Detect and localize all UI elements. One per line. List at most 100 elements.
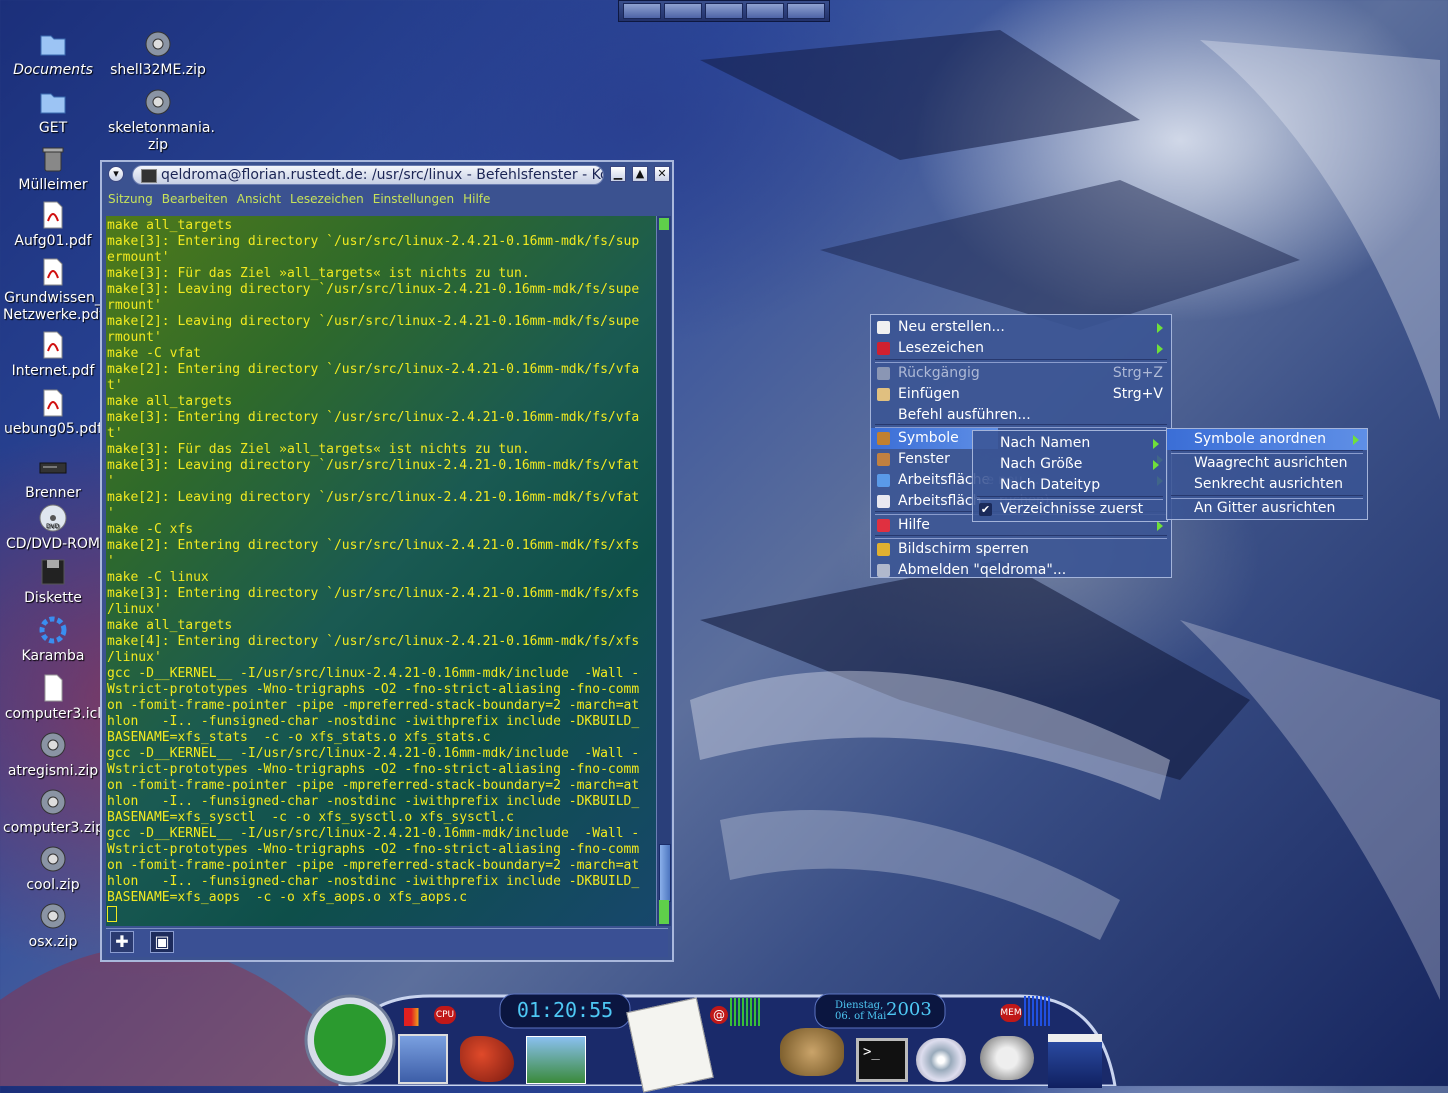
terminal-line: make[4]: Entering directory `/usr/src/li… [107,634,640,649]
scroll-up-arrow-2[interactable] [659,900,669,912]
zip-icon [108,28,208,60]
terminal-line: BASENAME=xfs_aops -c -o xfs_aops.o xfs_a… [107,890,468,905]
window-titlebar[interactable]: ▾ qeldroma@florian.rustedt.de: /usr/src/… [106,164,670,186]
menu-lesezeichen[interactable]: Lesezeichen [290,192,364,208]
karamba-icon [3,614,103,646]
menu-item-label: Lesezeichen [898,340,984,356]
gimp-icon[interactable] [780,1028,844,1076]
sort-item-3[interactable]: ✔ Verzeichnisse zuerst [973,499,1167,520]
desktop-icon-atregismi-zip[interactable]: atregismi.zip [3,729,103,780]
menu-bearbeiten[interactable]: Bearbeiten [162,192,228,208]
scroll-thumb[interactable] [659,844,671,902]
arrange-item-3[interactable]: An Gitter ausrichten [1167,498,1367,519]
terminal-line: gcc -D__KERNEL__ -I/usr/src/linux-2.4.21… [107,746,640,761]
arrange-item-1[interactable]: Waagrecht ausrichten [1167,453,1367,474]
scroll-up-arrow[interactable] [659,218,669,230]
desktop-icon-internet-pdf[interactable]: Internet.pdf [3,329,103,380]
desktop-icon-cool-zip[interactable]: cool.zip [3,843,103,894]
zip-icon [3,786,103,818]
desktop-icon-computer3-icl[interactable]: computer3.icl [3,672,103,723]
terminal-line: BASENAME=xfs_sysctl -c -o xfs_sysctl.o x… [107,810,514,825]
desktop-icon-shell32me-zip[interactable]: shell32ME.zip [108,28,208,79]
konsole-window[interactable]: ▾ qeldroma@florian.rustedt.de: /usr/src/… [100,160,674,962]
menu-item-label: Symbole anordnen [1194,431,1326,447]
desktop-icon [877,474,890,487]
desktop-icon-osx-zip[interactable]: osx.zip [3,900,103,951]
menu-einstellungen[interactable]: Einstellungen [373,192,454,208]
menu-sitzung[interactable]: Sitzung [108,192,153,208]
menu-item-befehl-ausführen[interactable]: Befehl ausführen... [871,405,1171,426]
pager-desktop-5[interactable] [787,3,825,19]
close-button[interactable]: ✕ [654,166,670,182]
arrange-item-2[interactable]: Senkrecht ausrichten [1167,474,1367,495]
menu-ansicht[interactable]: Ansicht [237,192,281,208]
scroll-down-arrow[interactable] [659,912,669,924]
clock-time: 01:20:55 [516,998,614,1022]
pdf-icon [3,199,103,231]
desktop-icon-m-lleimer[interactable]: Mülleimer [3,143,103,194]
bookmark-icon [877,342,890,355]
lock-icon [877,543,890,556]
pager-desktop-1[interactable] [623,3,661,19]
desktop-icon-label: Brenner [25,485,81,501]
terminal-line: make[3]: Leaving directory `/usr/src/lin… [107,282,640,297]
coffee-icon[interactable] [980,1036,1034,1080]
arrange-item-0[interactable]: Symbole anordnen [1167,429,1367,450]
terminal-app-icon [141,169,157,183]
menu-item-einfügen[interactable]: Einfügen Strg+V [871,384,1171,405]
desktop-icon-label: cool.zip [26,877,80,893]
desktop-icon-karamba[interactable]: Karamba [3,614,103,665]
desktop-icon-documents[interactable]: Documents [3,28,103,79]
desktop-icon-diskette[interactable]: Diskette [3,556,103,607]
desktop-icon-brenner[interactable]: Brenner [3,451,103,502]
desktop-icon-get[interactable]: GET [3,86,103,137]
sort-item-1[interactable]: Nach Größe [973,454,1167,475]
menu-item-label: Nach Dateityp [1000,477,1101,493]
submenu-arrow-icon [1353,435,1359,445]
menu-item-lesezeichen[interactable]: Lesezeichen [871,338,1171,359]
desktop-icon-uebung05-pdf[interactable]: uebung05.pdf [3,387,103,438]
cpu-label: CPU [434,1006,456,1024]
date-date: 06. of Mai [835,1011,887,1022]
terminal-line: ' [107,474,115,489]
pager-desktop-2[interactable] [664,3,702,19]
desktop-icon-grundwissen-netzwerke-pdf[interactable]: Grundwissen_ Netzwerke.pdf [3,256,105,324]
terminal-line: ' [107,506,115,521]
menu-item-abmelden-qeldroma[interactable]: Abmelden "qeldroma"... [871,560,1171,581]
music-cd-icon[interactable] [916,1038,966,1082]
minimize-button[interactable]: ▁ [610,166,626,182]
desktop-icon-cd-dvd-rom[interactable]: DVD CD/DVD-ROM [3,502,103,553]
terminal-output[interactable]: make all_targets make[3]: Entering direct… [106,216,656,926]
menu-hilfe[interactable]: Hilfe [463,192,490,208]
sort-item-2[interactable]: Nach Dateityp [973,475,1167,496]
pager-desktop-4[interactable] [746,3,784,19]
desktop-icon-computer3-zip[interactable]: computer3.zip [3,786,104,837]
kde-penguin-button[interactable] [314,1004,386,1076]
window-menu-button[interactable]: ▾ [108,166,124,182]
terminal-scrollbar[interactable] [656,216,671,926]
desktop-icon-skeletonmania-zip[interactable]: skeletonmania. zip [108,86,215,154]
menu-item-rückgängig[interactable]: Rückgängig Strg+Z [871,363,1171,384]
photo-app-icon[interactable] [398,1034,448,1084]
desktop-pager[interactable] [618,0,830,22]
zip-icon [3,843,103,875]
desktop-preview-icon[interactable] [526,1036,586,1084]
terminal-line: hlon -I.. -funsigned-char -nostdinc -iwi… [107,794,640,809]
new-session-button[interactable]: ✚ [110,931,134,953]
pager-desktop-3[interactable] [705,3,743,19]
terminal-icon[interactable]: >_ [856,1038,908,1082]
desktop-icon-aufg01-pdf[interactable]: Aufg01.pdf [3,199,103,250]
submenu-arrow-icon [1157,344,1163,354]
zip-icon [3,729,103,761]
terminal-line: ermount' [107,250,170,265]
menu-item-neu-erstellen[interactable]: Neu erstellen... [871,317,1171,338]
movie-clapper-icon[interactable] [1048,1034,1102,1088]
terminal-line: gcc -D__KERNEL__ -I/usr/src/linux-2.4.21… [107,826,640,841]
sort-item-0[interactable]: Nach Namen [973,433,1167,454]
cpu-meter [404,1008,428,1026]
desktop-icon-label: Grundwissen_ Netzwerke.pdf [3,290,105,323]
session-tab[interactable]: ▣ [150,931,174,953]
maximize-button[interactable]: ▲ [632,166,648,182]
menu-item-bildschirm-sperren[interactable]: Bildschirm sperren [871,539,1171,560]
terminal-line: make[3]: Für das Ziel »all_targets« ist … [107,442,530,457]
